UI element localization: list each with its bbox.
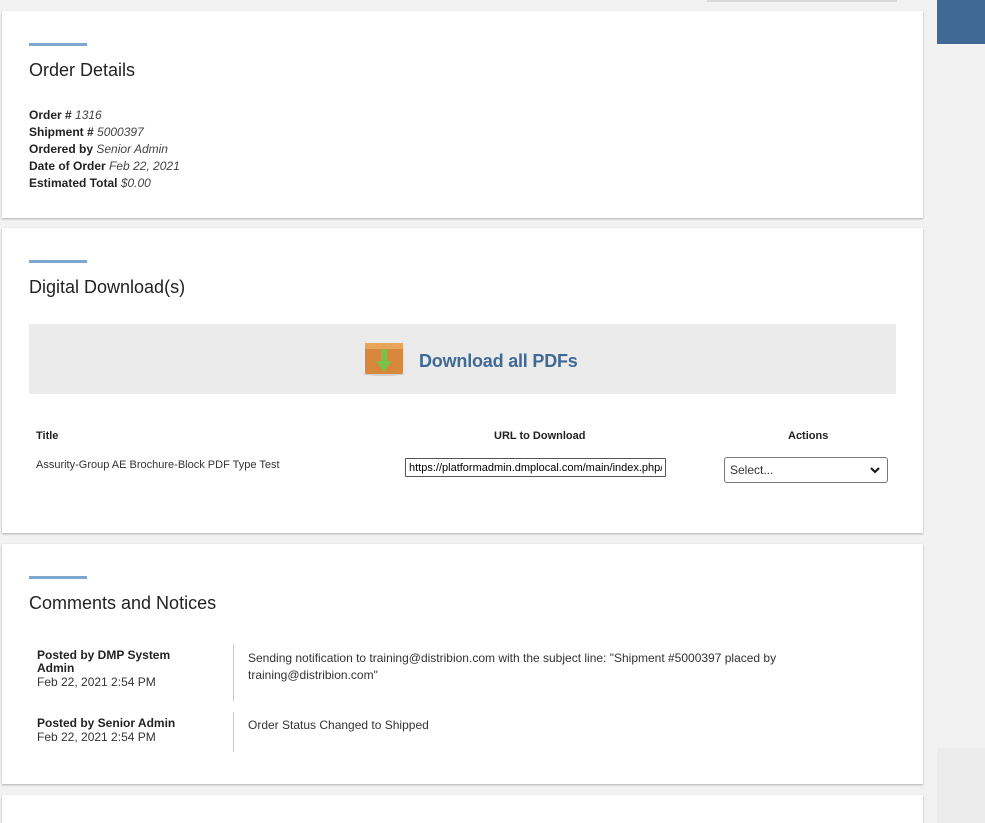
- comment-divider: [233, 712, 234, 752]
- order-number-row: Order # 1316: [29, 107, 180, 124]
- ordered-by-row: Ordered by Senior Admin: [29, 141, 180, 158]
- download-box-icon: [363, 343, 405, 376]
- column-header-actions: Actions: [788, 430, 829, 442]
- section-accent: [29, 43, 87, 46]
- estimated-total-row: Estimated Total $0.00: [29, 175, 180, 192]
- chevron-down-icon: [870, 467, 880, 474]
- comment-author: Posted by DMP System Admin: [37, 648, 171, 675]
- order-date-row: Date of Order Feb 22, 2021: [29, 158, 180, 175]
- detail-label: Shipment #: [29, 125, 94, 139]
- top-tab[interactable]: [707, 0, 897, 2]
- detail-label: Ordered by: [29, 142, 94, 156]
- download-title: Assurity-Group AE Brochure-Block PDF Typ…: [36, 459, 280, 471]
- section-accent: [29, 260, 87, 263]
- shipment-number-row: Shipment # 5000397: [29, 124, 180, 141]
- comment-text: Sending notification to training@distrib…: [248, 651, 777, 682]
- comment-item: Posted by DMP System Admin Feb 22, 2021 …: [37, 644, 897, 701]
- download-all-label: Download all PDFs: [419, 351, 578, 371]
- comment-item: Posted by Senior Admin Feb 22, 2021 2:54…: [37, 712, 897, 752]
- detail-label: Date of Order: [29, 159, 106, 173]
- comments-card: Comments and Notices Posted by DMP Syste…: [2, 544, 923, 784]
- actions-select-value: Select...: [730, 463, 774, 477]
- comment-text: Order Status Changed to Shipped: [248, 718, 429, 732]
- digital-downloads-card: Digital Download(s) Download all PDFs Ti…: [2, 228, 923, 533]
- detail-label: Estimated Total: [29, 176, 118, 190]
- estimated-total: $0.00: [120, 176, 151, 190]
- side-panel: [937, 748, 985, 823]
- order-details-list: Order # 1316 Shipment # 5000397 Ordered …: [29, 107, 180, 192]
- download-url-field[interactable]: [405, 458, 666, 477]
- actions-select[interactable]: Select...: [724, 457, 888, 483]
- column-header-title: Title: [36, 430, 59, 442]
- page: Order Details Order # 1316 Shipment # 50…: [0, 0, 985, 823]
- order-date: Feb 22, 2021: [109, 159, 180, 173]
- order-details-title: Order Details: [29, 60, 136, 80]
- shipment-number: 5000397: [97, 125, 144, 139]
- comment-author: Posted by Senior Admin: [37, 716, 176, 730]
- comment-divider: [233, 644, 234, 701]
- side-menu-button[interactable]: [937, 0, 985, 44]
- digital-downloads-title: Digital Download(s): [29, 277, 186, 297]
- order-number: 1316: [75, 108, 102, 122]
- next-section-card: [2, 795, 923, 823]
- download-all-pdfs-button[interactable]: Download all PDFs: [29, 324, 896, 394]
- section-accent: [29, 576, 87, 579]
- ordered-by: Senior Admin: [96, 142, 168, 156]
- column-header-url: URL to Download: [494, 430, 586, 442]
- order-details-card: Order Details Order # 1316 Shipment # 50…: [2, 11, 923, 218]
- detail-label: Order #: [29, 108, 72, 122]
- comments-title: Comments and Notices: [29, 593, 217, 613]
